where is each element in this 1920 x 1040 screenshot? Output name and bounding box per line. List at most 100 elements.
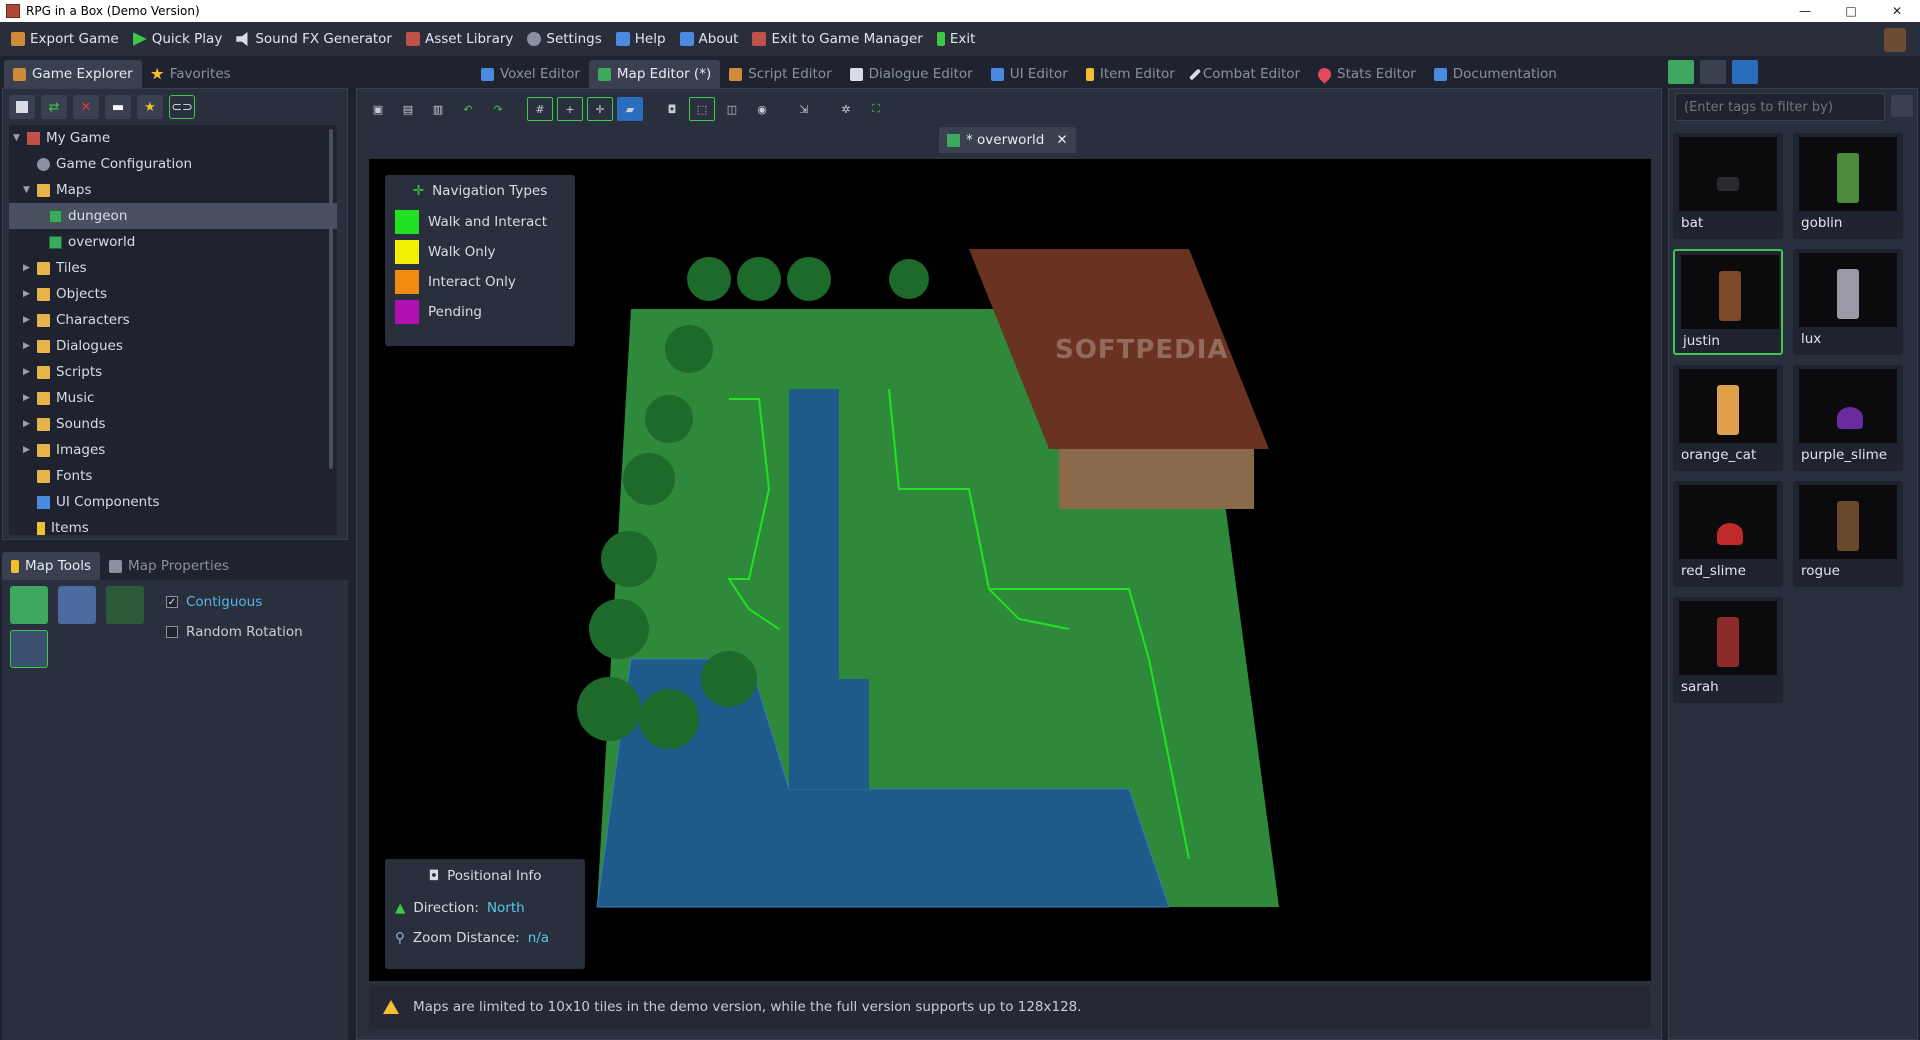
fill-tool-button[interactable] xyxy=(10,630,48,668)
menu-asset-library[interactable]: Asset Library xyxy=(399,25,520,53)
camera-button[interactable]: ◘ xyxy=(659,97,685,121)
speech-icon: ▰ xyxy=(625,102,635,116)
menu-help[interactable]: Help xyxy=(609,25,673,53)
tree-item-ui-components[interactable]: UI Components xyxy=(9,489,337,515)
tab-map-tools[interactable]: Map Tools xyxy=(2,552,101,580)
tree-scrollbar[interactable] xyxy=(329,129,333,469)
select-area-button[interactable]: ⬚ xyxy=(689,97,715,121)
close-tab-icon[interactable]: ✕ xyxy=(1056,132,1067,148)
tab-combat-editor[interactable]: Combat Editor xyxy=(1184,60,1309,88)
character-card-rogue[interactable]: rogue xyxy=(1793,481,1903,587)
character-card-lux[interactable]: lux xyxy=(1793,249,1903,355)
export-map-button[interactable]: ⇲ xyxy=(791,97,817,121)
folder-icon xyxy=(37,365,50,379)
tree-item-objects[interactable]: ▶ Objects xyxy=(9,281,337,307)
character-card-bat[interactable]: bat xyxy=(1673,133,1783,239)
save-button[interactable]: ▤ xyxy=(395,97,421,121)
tile-paint-tool-button[interactable] xyxy=(10,586,48,624)
minimize-button[interactable]: — xyxy=(1782,0,1828,22)
tree-item-characters[interactable]: ▶ Characters xyxy=(9,307,337,333)
tree-item-tiles[interactable]: ▶ Tiles xyxy=(9,255,337,281)
map-viewport[interactable]: ✛ Navigation Types Walk and Interact Walk… xyxy=(369,159,1651,981)
rogue-sprite xyxy=(1837,501,1859,551)
tree-item-sounds[interactable]: ▶ Sounds xyxy=(9,411,337,437)
tab-map-editor[interactable]: Map Editor (*) xyxy=(588,60,721,88)
cursor-toggle-button[interactable]: + xyxy=(557,97,583,121)
tab-map-properties[interactable]: Map Properties xyxy=(100,552,238,580)
tree-item-dialogues[interactable]: ▶ Dialogues xyxy=(9,333,337,359)
close-button[interactable]: ✕ xyxy=(1874,0,1920,22)
tab-voxel-editor[interactable]: Voxel Editor xyxy=(472,60,589,88)
menu-exit-to-game-manager[interactable]: Exit to Game Manager xyxy=(745,25,929,53)
user-avatar-icon[interactable] xyxy=(1884,28,1906,52)
dialog-toggle-button[interactable]: ▰ xyxy=(617,97,643,121)
menu-exit[interactable]: Exit xyxy=(930,25,983,53)
tree-item-items[interactable]: Items xyxy=(9,515,337,535)
favorite-button[interactable]: ★ xyxy=(137,95,163,119)
map-settings-button[interactable]: ✲ xyxy=(833,97,859,121)
tree-item-music[interactable]: ▶ Music xyxy=(9,385,337,411)
nav-toggle-button[interactable]: ✛ xyxy=(587,97,613,121)
tab-ui-editor[interactable]: UI Editor xyxy=(982,60,1077,88)
random-rotation-checkbox[interactable]: Random Rotation xyxy=(166,624,303,640)
filter-clear-button[interactable] xyxy=(1891,95,1913,117)
heart-icon xyxy=(1315,64,1334,84)
redo-button[interactable]: ↷ xyxy=(485,97,511,121)
contiguous-checkbox[interactable]: ✓ Contiguous xyxy=(166,594,262,610)
character-card-red-slime[interactable]: red_slime xyxy=(1673,481,1783,587)
menu-sound-fx-generator[interactable]: Sound FX Generator xyxy=(229,25,399,53)
collapse-button[interactable]: ▬ xyxy=(105,95,131,119)
layers-button[interactable]: ◫ xyxy=(719,97,745,121)
delete-button[interactable]: ✕ xyxy=(73,95,99,119)
character-card-orange-cat[interactable]: orange_cat xyxy=(1673,365,1783,471)
view-button[interactable]: ◉ xyxy=(749,97,775,121)
tree-item-fonts[interactable]: Fonts xyxy=(9,463,337,489)
maximize-button[interactable]: □ xyxy=(1828,0,1874,22)
tree-root-my-game[interactable]: ▼ My Game xyxy=(9,125,337,151)
character-card-goblin[interactable]: goblin xyxy=(1793,133,1903,239)
chevron-down-icon: ▼ xyxy=(23,185,30,195)
map-file-tab[interactable]: * overworld ✕ xyxy=(939,127,1076,153)
tree-item-images[interactable]: ▶ Images xyxy=(9,437,337,463)
edit-tool-button[interactable] xyxy=(58,586,96,624)
navigation-tool-button[interactable] xyxy=(106,586,144,624)
menu-settings[interactable]: Settings xyxy=(520,25,608,53)
character-card-justin[interactable]: justin xyxy=(1673,249,1783,355)
character-card-sarah[interactable]: sarah xyxy=(1673,597,1783,703)
tree-item-scripts[interactable]: ▶ Scripts xyxy=(9,359,337,385)
tab-favorites[interactable]: Favorites xyxy=(142,60,240,88)
new-map-button[interactable]: ▣ xyxy=(365,97,391,121)
save-as-button[interactable]: ▥ xyxy=(425,97,451,121)
tab-objects-icon[interactable] xyxy=(1700,60,1726,84)
tab-game-explorer[interactable]: Game Explorer xyxy=(4,60,142,88)
zoom-row: ⚲ Zoom Distance: n/a xyxy=(395,930,550,946)
ui-icon xyxy=(37,495,50,509)
menu-about[interactable]: About xyxy=(673,25,746,53)
ui-icon xyxy=(990,67,1004,81)
menu-export-game[interactable]: Export Game xyxy=(4,25,126,53)
gear-icon xyxy=(527,32,542,46)
tree-item-maps[interactable]: ▼ Maps xyxy=(9,177,337,203)
fullscreen-button[interactable]: ⛶ xyxy=(863,97,889,121)
tab-item-editor[interactable]: Item Editor xyxy=(1077,60,1184,88)
tree-item-game-configuration[interactable]: Game Configuration xyxy=(9,151,337,177)
tab-tiles-icon[interactable] xyxy=(1668,60,1694,84)
character-card-purple-slime[interactable]: purple_slime xyxy=(1793,365,1903,471)
tab-characters-icon[interactable] xyxy=(1732,60,1758,84)
tab-dialogue-editor[interactable]: Dialogue Editor xyxy=(841,60,982,88)
folder-icon xyxy=(37,339,50,353)
tab-script-editor[interactable]: Script Editor xyxy=(720,60,840,88)
new-asset-button[interactable] xyxy=(9,95,35,119)
menu-quick-play[interactable]: Quick Play xyxy=(126,25,230,53)
tree-item-overworld[interactable]: overworld xyxy=(9,229,337,255)
watermark-text: SOFTPEDIA xyxy=(1055,335,1229,365)
chevron-right-icon: ▶ xyxy=(23,393,30,403)
refresh-button[interactable]: ⇄ xyxy=(41,95,67,119)
tab-documentation[interactable]: Documentation xyxy=(1425,60,1566,88)
grid-toggle-button[interactable]: # xyxy=(527,97,553,121)
tab-stats-editor[interactable]: Stats Editor xyxy=(1309,60,1425,88)
tree-item-dungeon[interactable]: dungeon xyxy=(9,203,337,229)
link-button[interactable]: ⊂⊃ xyxy=(169,95,195,119)
tag-filter-input[interactable] xyxy=(1675,93,1885,121)
undo-button[interactable]: ↶ xyxy=(455,97,481,121)
